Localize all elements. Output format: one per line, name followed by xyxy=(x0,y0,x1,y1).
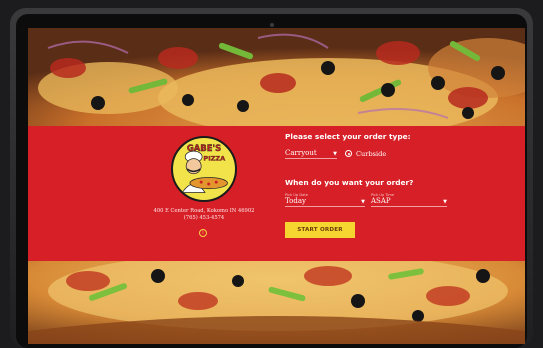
curbside-radio[interactable] xyxy=(345,150,352,157)
chevron-down-icon: ▼ xyxy=(333,151,337,157)
pickup-date-value: Today xyxy=(285,197,306,205)
chevron-down-icon: ▼ xyxy=(361,199,365,205)
logo-text-2: PIZZA xyxy=(203,155,226,163)
store-address: 400 E Center Road, Kokomo IN 46902 (765)… xyxy=(133,208,275,222)
order-type-value: Carryout xyxy=(285,149,317,157)
gabes-pizza-logo: GABE'S PIZZA xyxy=(171,136,237,202)
info-icon[interactable]: i xyxy=(199,229,207,237)
chevron-down-icon: ▼ xyxy=(443,199,447,205)
pizza-image-bottom xyxy=(28,261,525,344)
pickup-date-select[interactable]: Today ▼ xyxy=(285,197,365,207)
order-type-heading: Please select your order type: xyxy=(285,132,411,141)
logo-chef-icon: GABE'S PIZZA xyxy=(181,143,228,193)
phone-line: (765) 453-4574 xyxy=(183,215,225,221)
app-screen: GABE'S PIZZA 400 E Center Road, Kokomo I… xyxy=(28,28,525,344)
start-order-button[interactable]: START ORDER xyxy=(285,222,355,238)
pickup-time-select[interactable]: ASAP ▼ xyxy=(371,197,447,207)
pizza-photo-bottom xyxy=(28,261,525,344)
pizza-image-top xyxy=(28,28,525,126)
pickup-time-value: ASAP xyxy=(371,197,391,205)
order-time-heading: When do you want your order? xyxy=(285,178,414,187)
order-panel: GABE'S PIZZA 400 E Center Road, Kokomo I… xyxy=(28,126,525,261)
address-line: 400 E Center Road, Kokomo IN 46902 xyxy=(153,208,255,214)
curbside-label[interactable]: Curbside xyxy=(356,150,386,158)
pizza-photo-top xyxy=(28,28,525,126)
camera-dot xyxy=(269,23,274,27)
order-type-select[interactable]: Carryout ▼ xyxy=(285,149,337,159)
